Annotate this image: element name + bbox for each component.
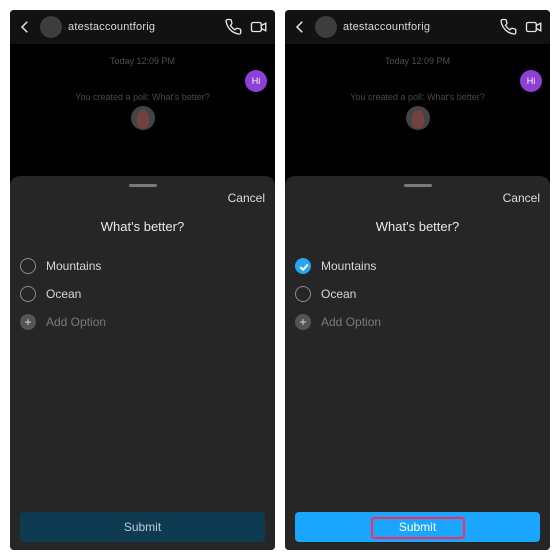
message-bubble[interactable]: Hi — [520, 70, 542, 92]
screenshot-pair: atestaccountforig Today 12:09 PM Hi You … — [0, 0, 560, 560]
poll-question: What's better? — [295, 215, 540, 252]
poll-card-peek — [10, 106, 275, 134]
poll-created-notice: You created a poll: What's better? — [285, 74, 550, 106]
add-option-row[interactable]: + Add Option — [20, 308, 265, 336]
poll-author-avatar — [406, 106, 430, 130]
phone-left: atestaccountforig Today 12:09 PM Hi You … — [10, 10, 275, 550]
add-option-label: Add Option — [46, 315, 106, 329]
poll-question: What's better? — [20, 215, 265, 252]
poll-sheet: Cancel What's better? Mountains Ocean + … — [10, 176, 275, 550]
poll-option-0[interactable]: Mountains — [20, 252, 265, 280]
chat-timestamp: Today 12:09 PM — [285, 48, 550, 74]
radio-icon — [20, 258, 36, 274]
submit-label: Submit — [399, 520, 436, 534]
poll-option-label: Ocean — [46, 287, 81, 301]
chat-area: Today 12:09 PM Hi You created a poll: Wh… — [10, 44, 275, 134]
chat-header: atestaccountforig — [10, 10, 275, 44]
chat-area: Today 12:09 PM Hi You created a poll: Wh… — [285, 44, 550, 134]
poll-option-1[interactable]: Ocean — [20, 280, 265, 308]
submit-label: Submit — [124, 520, 161, 534]
cancel-button[interactable]: Cancel — [295, 187, 540, 215]
chat-username[interactable]: atestaccountforig — [68, 21, 155, 33]
submit-button[interactable]: Submit — [20, 512, 265, 542]
video-call-icon[interactable] — [524, 18, 544, 36]
poll-option-0[interactable]: Mountains — [295, 252, 540, 280]
cancel-button[interactable]: Cancel — [20, 187, 265, 215]
avatar[interactable] — [40, 16, 62, 38]
video-call-icon[interactable] — [249, 18, 269, 36]
add-option-label: Add Option — [321, 315, 381, 329]
poll-option-label: Ocean — [321, 287, 356, 301]
poll-option-1[interactable]: Ocean — [295, 280, 540, 308]
call-icon[interactable] — [500, 18, 518, 36]
message-bubble[interactable]: Hi — [245, 70, 267, 92]
phone-right: atestaccountforig Today 12:09 PM Hi You … — [285, 10, 550, 550]
chat-username[interactable]: atestaccountforig — [343, 21, 430, 33]
back-icon[interactable] — [16, 18, 34, 36]
back-icon[interactable] — [291, 18, 309, 36]
avatar[interactable] — [315, 16, 337, 38]
plus-icon: + — [295, 314, 311, 330]
radio-icon — [20, 286, 36, 302]
poll-sheet: Cancel What's better? Mountains Ocean + … — [285, 176, 550, 550]
radio-selected-icon — [295, 258, 311, 274]
submit-button[interactable]: Submit — [295, 512, 540, 542]
radio-icon — [295, 286, 311, 302]
poll-card-peek — [285, 106, 550, 134]
plus-icon: + — [20, 314, 36, 330]
poll-option-label: Mountains — [46, 259, 101, 273]
add-option-row[interactable]: + Add Option — [295, 308, 540, 336]
chat-timestamp: Today 12:09 PM — [10, 48, 275, 74]
poll-author-avatar — [131, 106, 155, 130]
poll-option-label: Mountains — [321, 259, 376, 273]
chat-header: atestaccountforig — [285, 10, 550, 44]
poll-created-notice: You created a poll: What's better? — [10, 74, 275, 106]
call-icon[interactable] — [225, 18, 243, 36]
